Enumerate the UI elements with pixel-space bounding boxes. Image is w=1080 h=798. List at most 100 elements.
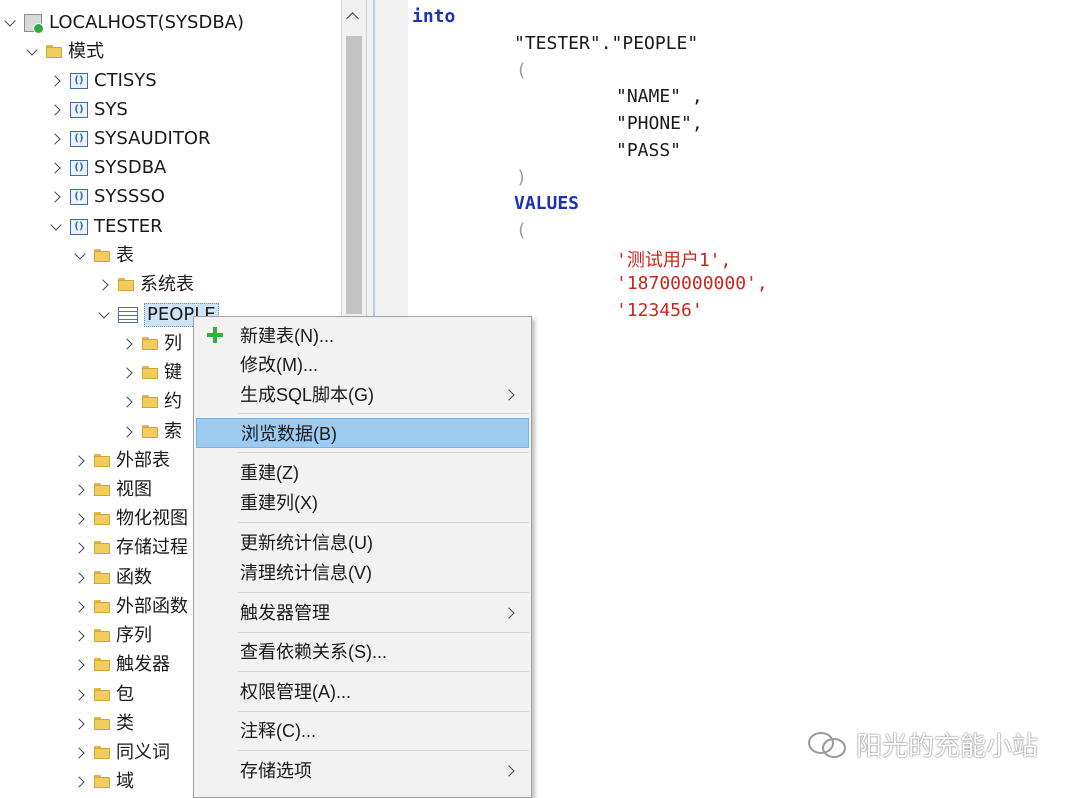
tree-node-label: 视图 [116,479,152,500]
context-menu: 新建表(N)... 修改(M)... 生成SQL脚本(G) 浏览数据(B) 重建… [193,316,532,798]
menu-item-label: 修改(M)... [240,355,318,375]
code-keyword-values: VALUES [514,193,580,214]
chevron-down-icon[interactable] [4,8,18,37]
menu-item-permissions[interactable]: 权限管理(A)... [196,677,529,707]
tree-node-system-tables[interactable]: 系统表 [98,270,194,299]
tree-node-label: 表 [116,245,134,266]
menu-item-clear-stats[interactable]: 清理统计信息(V) [196,558,529,588]
chevron-right-icon[interactable] [50,66,64,95]
menu-item-comment[interactable]: 注释(C)... [196,716,529,746]
chevron-right-icon[interactable] [122,387,136,416]
folder-icon [94,454,110,467]
chevron-right-icon[interactable] [50,182,64,211]
tree-node-functions[interactable]: 函数 [74,563,152,592]
menu-item-generate-sql[interactable]: 生成SQL脚本(G) [196,380,529,410]
chevron-right-icon[interactable] [74,475,88,504]
menu-item-label: 存储选项 [240,761,312,781]
chevron-right-icon[interactable] [74,680,88,709]
tree-node-constraints[interactable]: 约 [122,387,182,416]
tree-node-procedures[interactable]: 存储过程 [74,533,188,562]
tree-node-views[interactable]: 视图 [74,475,152,504]
tree-node-sys[interactable]: () SYS [50,95,128,124]
menu-item-update-stats[interactable]: 更新统计信息(U) [196,528,529,558]
tree-node-ctisys[interactable]: () CTISYS [50,66,157,95]
menu-item-modify[interactable]: 修改(M)... [196,350,529,380]
menu-item-label: 重建列(X) [240,493,318,513]
tree-node-external-tables[interactable]: 外部表 [74,446,170,475]
tree-node-localhost[interactable]: LOCALHOST(SYSDBA) [4,8,244,37]
tree-node-sysdba[interactable]: () SYSDBA [50,153,166,182]
chevron-right-icon[interactable] [74,709,88,738]
menu-separator [238,671,529,672]
chevron-right-icon[interactable] [74,563,88,592]
chevron-right-icon[interactable] [122,358,136,387]
tree-node-tester[interactable]: () TESTER [50,212,163,241]
tree-node-triggers[interactable]: 触发器 [74,650,170,679]
chevron-right-icon[interactable] [74,446,88,475]
chevron-right-icon[interactable] [98,270,112,299]
chevron-right-icon[interactable] [122,329,136,358]
menu-item-rebuild-columns[interactable]: 重建列(X) [196,488,529,518]
tree-node-label: 系统表 [140,274,194,295]
tree-node-sequences[interactable]: 序列 [74,621,152,650]
tree-node-schemas[interactable]: 模式 [26,37,104,66]
menu-item-label: 查看依赖关系(S)... [240,642,387,662]
tree-node-tables[interactable]: 表 [74,241,134,270]
chevron-right-icon[interactable] [50,95,64,124]
menu-separator [238,413,529,414]
folder-icon [94,688,110,701]
menu-item-trigger-management[interactable]: 触发器管理 [196,598,529,628]
folder-icon [94,775,110,788]
menu-item-browse-data[interactable]: 浏览数据(B) [196,418,529,448]
scroll-up-icon[interactable] [346,12,359,25]
tree-node-external-functions[interactable]: 外部函数 [74,592,188,621]
chevron-down-icon[interactable] [26,37,40,66]
tree-node-label: LOCALHOST(SYSDBA) [49,12,245,33]
tree-node-synonyms[interactable]: 同义词 [74,738,170,767]
tree-node-materialized-views[interactable]: 物化视图 [74,504,188,533]
menu-item-new-table[interactable]: 新建表(N)... [196,321,529,351]
tree-node-domains[interactable]: 域 [74,767,134,792]
tree-node-sysauditor[interactable]: () SYSAUDITOR [50,124,211,153]
chevron-down-icon[interactable] [50,212,64,241]
tree-node-label: 存储过程 [116,537,188,558]
chevron-down-icon[interactable] [74,241,88,270]
tree-node-label: 约 [164,391,182,412]
tree-node-syssso[interactable]: () SYSSSO [50,182,165,211]
menu-item-rebuild[interactable]: 重建(Z) [196,458,529,488]
tree-node-keys[interactable]: 键 [122,358,182,387]
tree-node-packages[interactable]: 包 [74,680,134,709]
tree-node-label: TESTER [94,216,163,237]
code-value-pass: '123456' [616,300,703,321]
chevron-right-icon[interactable] [50,124,64,153]
chevron-right-icon[interactable] [122,417,136,446]
chevron-right-icon[interactable] [74,738,88,767]
folder-icon [142,337,158,350]
menu-item-label: 重建(Z) [240,463,299,483]
chevron-right-icon[interactable] [74,650,88,679]
tree-node-classes[interactable]: 类 [74,709,134,738]
chevron-right-icon[interactable] [74,504,88,533]
menu-item-view-dependencies[interactable]: 查看依赖关系(S)... [196,637,529,667]
chevron-right-icon[interactable] [50,153,64,182]
menu-item-label: 新建表(N)... [240,326,334,346]
schema-icon: () [70,101,88,118]
folder-icon [94,541,110,554]
tree-node-indexes[interactable]: 索 [122,417,182,446]
code-table-name: "TESTER"."PEOPLE" [514,33,699,54]
scrollbar-thumb[interactable] [346,36,362,314]
chevron-right-icon[interactable] [74,621,88,650]
chevron-right-icon[interactable] [74,767,88,792]
menu-separator [238,750,529,751]
tree-node-label: 函数 [116,567,152,588]
tree-node-label: 键 [164,362,182,383]
folder-icon [94,717,110,730]
chevron-right-icon[interactable] [74,533,88,562]
chevron-down-icon[interactable] [98,300,112,329]
chevron-right-icon[interactable] [74,592,88,621]
menu-item-storage-options[interactable]: 存储选项 [196,756,529,786]
schema-icon: () [70,218,88,235]
tree-node-label: 序列 [116,625,152,646]
tree-node-columns[interactable]: 列 [122,329,182,358]
code-paren-close: ) [516,167,527,188]
